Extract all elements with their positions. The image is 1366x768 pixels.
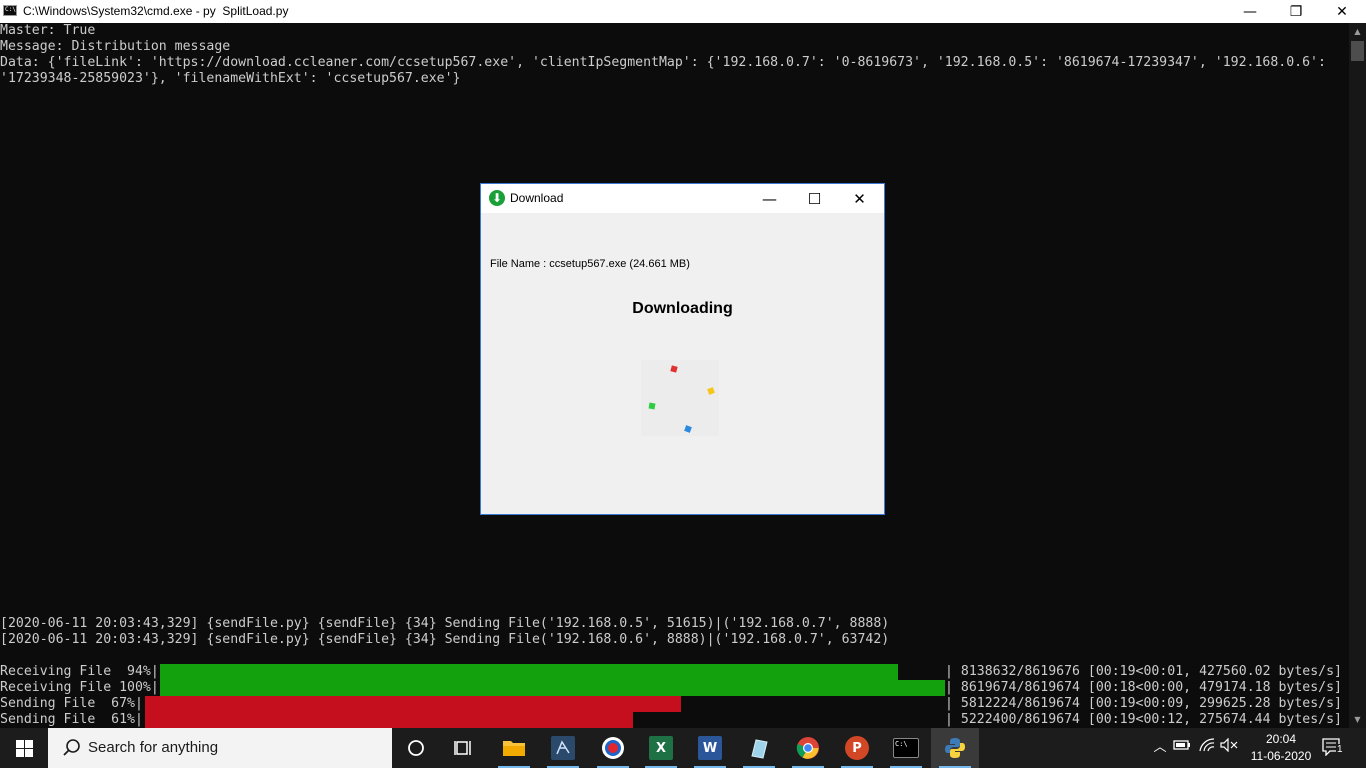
progress-row: Receiving File 100%| | 8619674/8619674 [… [0,680,1349,696]
clock-date: 11-06-2020 [1250,749,1312,763]
task-view-icon [454,741,471,755]
progress-label: Sending File 67%| [0,696,143,711]
progress-fill [145,712,633,728]
volume-mute-icon[interactable] [1220,737,1238,758]
minimize-button[interactable]: — [1227,0,1273,23]
circle-icon [408,740,424,756]
cmd-app-icon [3,5,17,16]
download-dialog: Download — ☐ ✕ File Name : ccsetup567.ex… [481,184,884,514]
excel-icon: X [649,736,673,760]
progress-stats: | 5222400/8619674 [00:19<00:12, 275674.4… [945,712,1342,727]
download-icon [489,190,505,206]
spinner-dot [707,387,715,395]
progress-stats: | 8138632/8619676 [00:19<00:01, 427560.0… [945,664,1342,679]
notification-count: 1 [1336,744,1344,755]
vertical-scrollbar[interactable]: ▲ ▼ [1349,23,1366,728]
log-line: [2020-06-11 20:03:43,329] {sendFile.py} … [0,632,890,647]
progress-row: Receiving File 94%| | 8138632/8619676 [0… [0,664,1349,680]
progress-stats: | 5812224/8619674 [00:19<00:09, 299625.2… [945,696,1342,711]
restore-button[interactable]: ❐ [1273,0,1319,23]
dialog-minimize-button[interactable]: — [747,184,792,213]
taskbar-notepad[interactable] [735,728,783,768]
dialog-close-button[interactable]: ✕ [837,184,882,213]
search-icon [63,739,80,756]
windows-logo-icon [15,739,33,757]
scroll-down-arrow-icon[interactable]: ▼ [1349,711,1366,728]
close-button[interactable]: ✕ [1319,0,1365,23]
scroll-thumb[interactable] [1351,41,1364,61]
dialog-title: Download [510,191,564,205]
clock[interactable]: 20:04 11-06-2020 [1246,731,1316,765]
file-name-label: File Name : ccsetup567.exe (24.661 MB) [490,258,690,270]
taskbar-cortana[interactable] [392,728,440,768]
progress-stats: | 8619674/8619674 [00:18<00:00, 479174.1… [945,680,1342,695]
taskbar-python[interactable] [931,728,979,768]
taskbar: Search for anything X W P C:\ ︿ 20:04 11… [0,728,1366,768]
window-title: C:\Windows\System32\cmd.exe - py SplitLo… [23,4,289,18]
python-icon [945,738,965,758]
progress-fill [160,680,945,696]
taskbar-cmd[interactable]: C:\ [882,728,930,768]
download-status: Downloading [632,300,733,317]
dialog-titlebar[interactable]: Download — ☐ ✕ [481,184,884,213]
taskbar-powerpoint[interactable]: P [833,728,881,768]
start-button[interactable] [0,728,48,768]
spinner-dot [670,365,678,373]
clock-time: 20:04 [1265,732,1297,746]
progress-fill [145,696,681,712]
taskbar-excel[interactable]: X [637,728,685,768]
powerpoint-icon: P [845,736,869,760]
taskbar-app[interactable] [589,728,637,768]
console-titlebar[interactable]: C:\Windows\System32\cmd.exe - py SplitLo… [0,0,1366,23]
folder-icon [503,741,525,756]
log-line: [2020-06-11 20:03:43,329] {sendFile.py} … [0,616,890,631]
app-icon [551,736,575,760]
progress-label: Sending File 61%| [0,712,143,727]
taskbar-file-explorer[interactable] [490,728,538,768]
console-line: Message: Distribution message [0,39,231,54]
taskbar-word[interactable]: W [686,728,734,768]
scroll-up-arrow-icon[interactable]: ▲ [1349,23,1366,40]
console-line: Data: {'fileLink': 'https://download.ccl… [0,55,1326,70]
notepad-icon [751,739,768,759]
search-placeholder: Search for anything [88,739,219,756]
loading-spinner-icon [641,360,719,436]
taskbar-task-view[interactable] [440,728,488,768]
progress-label: Receiving File 100%| [0,680,159,695]
notification-center-icon[interactable]: 1 [1322,738,1346,758]
progress-fill [160,664,898,680]
spinner-dot [684,425,692,433]
battery-icon[interactable] [1173,738,1191,758]
console-line: '17239348-25859023'}, 'filenameWithExt':… [0,71,461,86]
taskbar-app[interactable] [539,728,587,768]
terminal-icon: C:\ [893,738,919,758]
dialog-maximize-button[interactable]: ☐ [792,184,837,213]
taskbar-chrome[interactable] [784,728,832,768]
chevron-up-icon[interactable]: ︿ [1151,738,1169,758]
chrome-icon [796,737,819,759]
progress-row: Sending File 61%| | 5222400/8619674 [00:… [0,712,1349,728]
spinner-dot [648,402,656,410]
record-icon [602,737,624,759]
wifi-icon[interactable] [1198,738,1216,758]
console-line: Master: True [0,23,96,38]
progress-label: Receiving File 94%| [0,664,159,679]
progress-row: Sending File 67%| | 5812224/8619674 [00:… [0,696,1349,712]
word-icon: W [698,736,722,760]
search-box[interactable]: Search for anything [48,728,392,768]
